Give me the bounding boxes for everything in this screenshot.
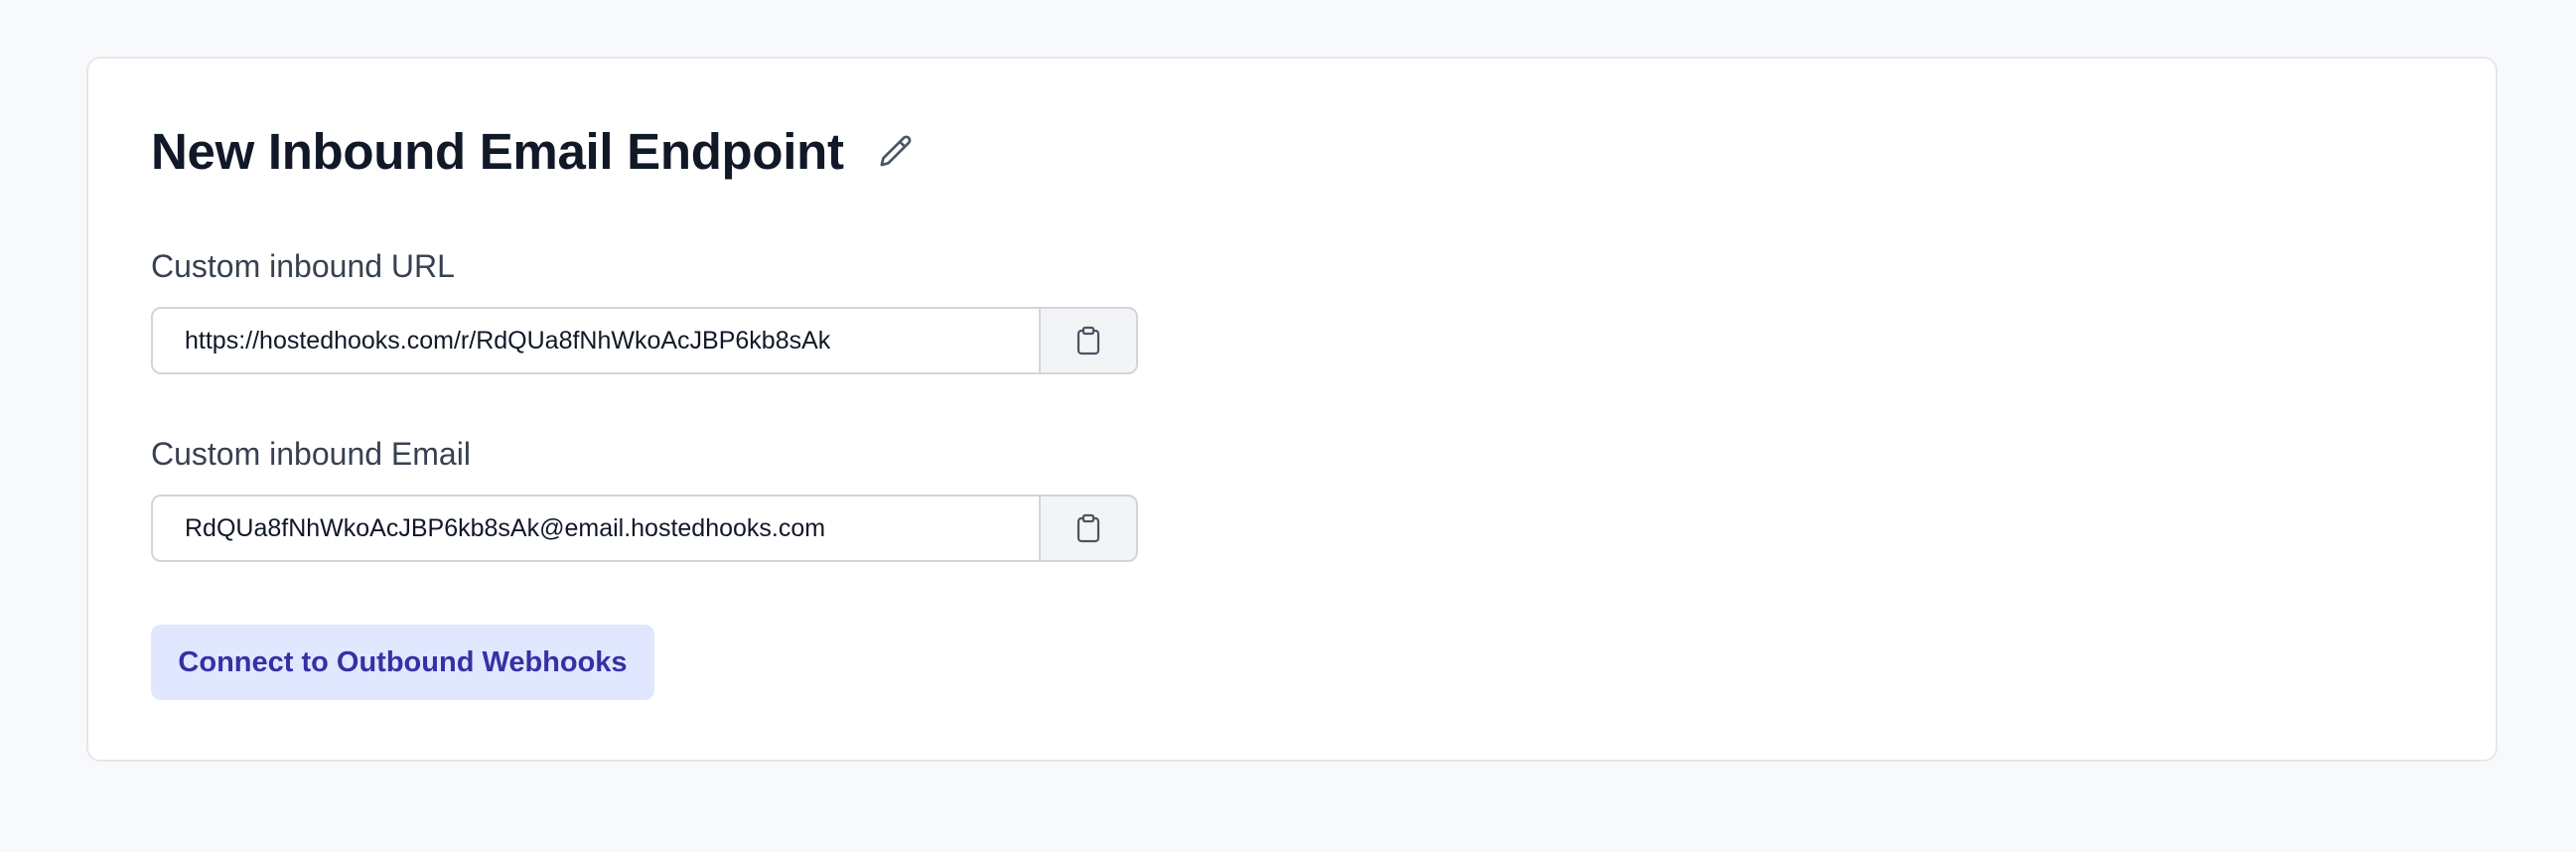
- page-title: New Inbound Email Endpoint: [151, 123, 844, 180]
- clipboard-icon: [1076, 326, 1100, 355]
- inbound-email-input[interactable]: [151, 495, 1039, 562]
- clipboard-icon: [1076, 513, 1100, 543]
- pencil-icon: [880, 134, 912, 166]
- url-field-group: [151, 307, 1138, 374]
- email-field-label: Custom inbound Email: [151, 436, 471, 472]
- copy-email-button[interactable]: [1039, 495, 1138, 562]
- endpoint-card: New Inbound Email Endpoint Custom inboun…: [86, 57, 2498, 762]
- connect-outbound-webhooks-button[interactable]: Connect to Outbound Webhooks: [151, 625, 654, 700]
- url-field-label: Custom inbound URL: [151, 248, 455, 284]
- email-field-group: [151, 495, 1138, 562]
- inbound-url-input[interactable]: [151, 307, 1039, 374]
- edit-title-button[interactable]: [874, 130, 918, 174]
- copy-url-button[interactable]: [1039, 307, 1138, 374]
- title-row: New Inbound Email Endpoint: [151, 126, 918, 177]
